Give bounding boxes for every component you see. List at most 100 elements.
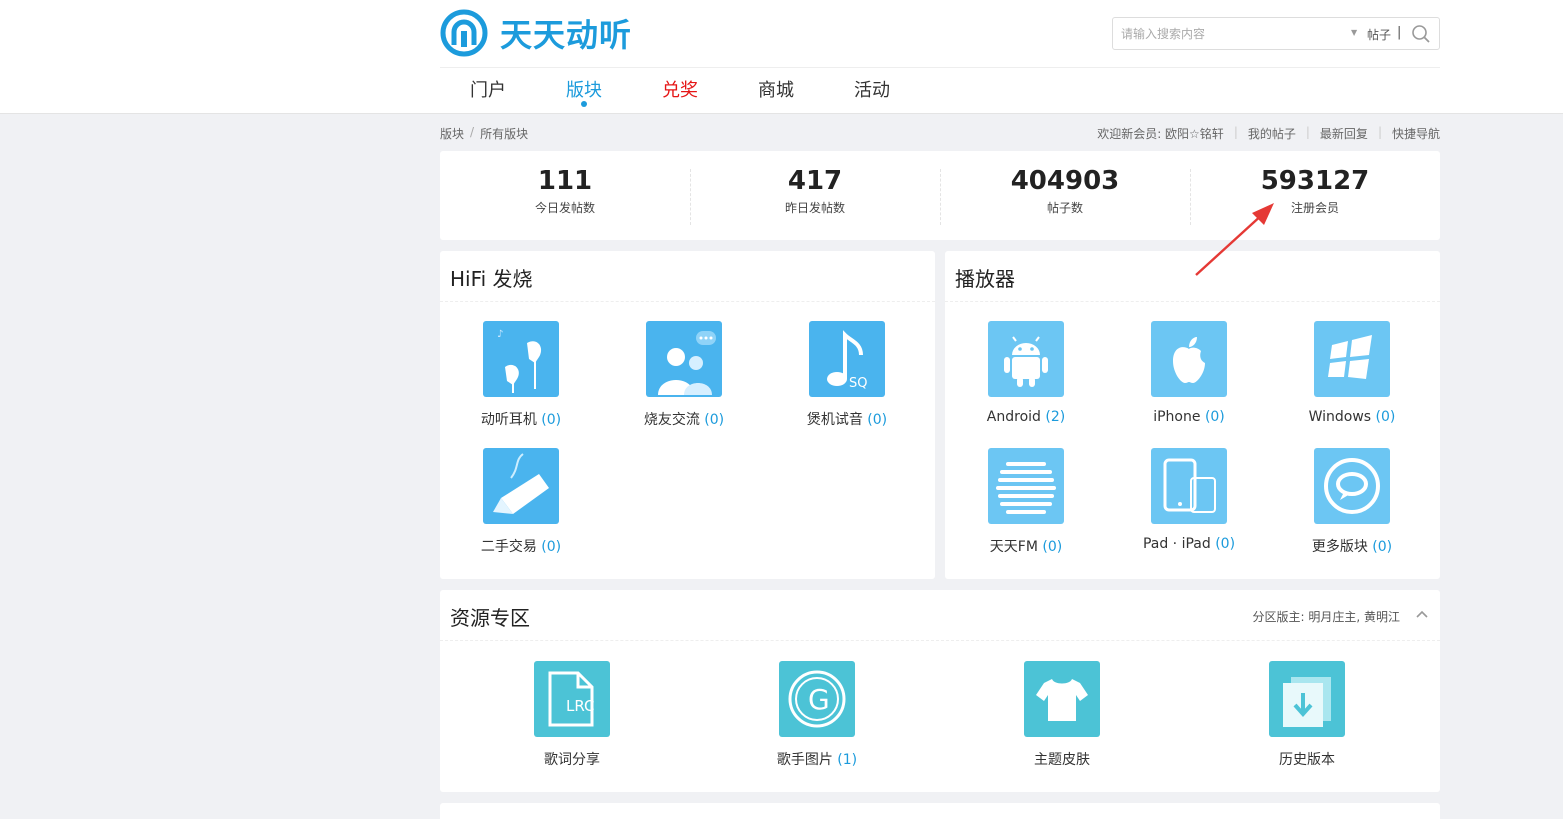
breadcrumb-item[interactable]: 版块 xyxy=(440,125,464,142)
apple-icon xyxy=(1151,321,1227,397)
forum-count: (0) xyxy=(867,412,888,428)
download-icon xyxy=(1269,661,1345,737)
forum-item[interactable]: SQ 煲机试音 (0) xyxy=(787,321,907,429)
forum-label: 二手交易 (0) xyxy=(461,536,581,556)
forum-label: 歌词分享 xyxy=(512,749,632,769)
forum-name: 天天FM xyxy=(989,539,1038,555)
forum-item[interactable]: LRC 歌词分享 xyxy=(512,661,632,769)
forum-label: 煲机试音 (0) xyxy=(787,409,907,429)
forum-item[interactable]: Android (2) xyxy=(966,321,1086,425)
section-hifi: HiFi 发烧 ♪ 动听耳机 (0) 烧友交流 (0) SQ 煲机试音 (0) … xyxy=(440,251,935,579)
breadcrumb-item[interactable]: 所有版块 xyxy=(480,125,528,142)
nav-forums-label: 版块 xyxy=(566,80,602,101)
search-input[interactable] xyxy=(1121,25,1341,43)
annotation-arrow-icon xyxy=(1195,203,1274,276)
forum-name: 动听耳机 xyxy=(480,412,537,428)
stat-value: 417 xyxy=(787,166,843,196)
nav-portal-label: 门户 xyxy=(470,80,506,101)
forum-name: 更多版块 xyxy=(1311,539,1368,555)
g-circle-icon: G xyxy=(779,661,855,737)
search-type-caret-icon[interactable]: ▼ xyxy=(1351,28,1357,37)
section-moderators[interactable]: 分区版主: 明月庄主, 黄明江 xyxy=(1253,608,1401,625)
forum-count: (0) xyxy=(704,412,725,428)
tag-icon xyxy=(483,448,559,524)
nav-events-label: 活动 xyxy=(854,80,890,101)
forum-item[interactable]: 历史版本 xyxy=(1247,661,1367,769)
g-circle-icon-text: G xyxy=(808,683,830,716)
user-links: 欢迎新会员: 欧阳☆铭轩 | 我的帖子 | 最新回复 | 快捷导航 xyxy=(1097,125,1440,142)
forum-name: 历史版本 xyxy=(1279,752,1335,768)
forum-count: (0) xyxy=(1215,536,1236,552)
svg-text:SQ: SQ xyxy=(849,376,867,391)
main-nav: 门户 版块 兑奖 商城 活动 xyxy=(440,68,920,114)
nav-events[interactable]: 活动 xyxy=(824,68,920,114)
forum-count: (1) xyxy=(837,752,858,768)
latest-replies-link[interactable]: 最新回复 xyxy=(1320,125,1368,142)
earphones-icon: ♪ xyxy=(483,321,559,397)
forum-name: Windows xyxy=(1308,409,1372,425)
forum-name: 歌手图片 xyxy=(776,752,833,768)
search-separator: | xyxy=(1397,25,1402,40)
nav-portal[interactable]: 门户 xyxy=(440,68,536,114)
link-separator: | xyxy=(1377,125,1382,139)
fm-wave-icon xyxy=(988,448,1064,524)
forum-item[interactable]: Pad · iPad (0) xyxy=(1129,448,1249,552)
stat-label: 今日发帖数 xyxy=(534,201,595,215)
stat-value: 593127 xyxy=(1260,166,1370,196)
nav-forums[interactable]: 版块 xyxy=(536,68,632,114)
forum-item[interactable]: iPhone (0) xyxy=(1129,321,1249,425)
music-note-sq-icon: SQ xyxy=(809,321,885,397)
more-bubble-icon xyxy=(1314,448,1390,524)
search-button[interactable] xyxy=(1409,22,1433,46)
nav-mall-label: 商城 xyxy=(758,80,794,101)
welcome-new-member[interactable]: 欢迎新会员: 欧阳☆铭轩 xyxy=(1097,125,1224,142)
forum-count: (2) xyxy=(1045,409,1066,425)
forum-label: 历史版本 xyxy=(1247,749,1367,769)
forum-item[interactable]: 主题皮肤 xyxy=(1002,661,1122,769)
nav-redeem[interactable]: 兑奖 xyxy=(632,68,728,114)
breadcrumb: 版块 / 所有版块 xyxy=(440,125,528,142)
forum-label: 动听耳机 (0) xyxy=(461,409,581,429)
my-posts-link[interactable]: 我的帖子 xyxy=(1248,125,1296,142)
stat-value: 404903 xyxy=(1010,166,1120,196)
stat-yesterday-posts: 417 昨日发帖数 xyxy=(690,151,940,240)
link-separator: | xyxy=(1233,125,1238,139)
forum-label: 烧友交流 (0) xyxy=(624,409,744,429)
active-indicator xyxy=(581,101,587,107)
quick-nav-link[interactable]: 快捷导航 xyxy=(1392,125,1440,142)
forum-item[interactable]: 天天FM (0) xyxy=(966,448,1086,556)
search-type-select[interactable]: 帖子 xyxy=(1367,26,1391,43)
search-icon xyxy=(1412,25,1430,43)
svg-text:♪: ♪ xyxy=(497,329,503,340)
forum-label: 主题皮肤 xyxy=(1002,749,1122,769)
forum-item[interactable]: ♪ 动听耳机 (0) xyxy=(461,321,581,429)
section-title: 资源专区 xyxy=(450,606,530,630)
stat-value: 111 xyxy=(537,166,593,196)
next-section xyxy=(440,803,1440,819)
forum-item[interactable]: 更多版块 (0) xyxy=(1292,448,1412,556)
stats-bar: 111 今日发帖数 417 昨日发帖数 404903 帖子数 593127 注册… xyxy=(440,151,1440,240)
tshirt-icon xyxy=(1024,661,1100,737)
forum-item[interactable]: 烧友交流 (0) xyxy=(624,321,744,429)
logo-icon xyxy=(440,9,488,57)
nav-mall[interactable]: 商城 xyxy=(728,68,824,114)
forum-name: 主题皮肤 xyxy=(1034,752,1090,768)
forum-count: (0) xyxy=(1375,409,1396,425)
forum-label: 天天FM (0) xyxy=(966,536,1086,556)
chevron-up-icon[interactable] xyxy=(1414,606,1430,622)
stat-label: 昨日发帖数 xyxy=(784,201,845,215)
stat-today-posts: 111 今日发帖数 xyxy=(440,151,690,240)
forum-item[interactable]: 二手交易 (0) xyxy=(461,448,581,556)
forum-label: 歌手图片 (1) xyxy=(757,749,877,769)
forum-label: Pad · iPad (0) xyxy=(1129,536,1249,552)
section-divider xyxy=(440,640,1440,641)
forum-name: 歌词分享 xyxy=(544,752,600,768)
section-divider xyxy=(440,301,935,302)
logo-text: 天天动听 xyxy=(500,16,633,54)
forum-item[interactable]: G 歌手图片 (1) xyxy=(757,661,877,769)
forum-item[interactable]: Windows (0) xyxy=(1292,321,1412,425)
lrc-file-icon: LRC xyxy=(534,661,610,737)
stat-label: 帖子数 xyxy=(1046,201,1083,215)
site-logo[interactable]: 天天动听 xyxy=(440,8,632,58)
forum-label: Windows (0) xyxy=(1292,409,1412,425)
